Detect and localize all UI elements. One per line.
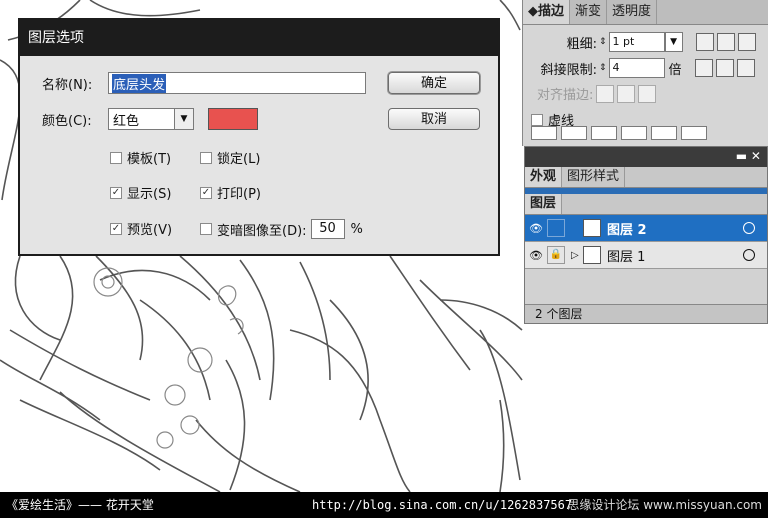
name-label: 名称(N): (42, 77, 93, 93)
template-checkbox[interactable] (110, 151, 122, 164)
panel-close-icon[interactable]: ▬ ✕ (736, 149, 761, 163)
lock-label: 锁定(L) (217, 152, 261, 167)
tab-transparency[interactable]: 透明度 (607, 0, 658, 24)
show-label: 显示(S) (127, 187, 172, 202)
tab-graphic-styles[interactable]: 图形样式 (562, 167, 626, 187)
preview-label: 预览(V) (127, 223, 173, 238)
dash-gap-fields (531, 126, 707, 140)
color-label: 颜色(C): (42, 113, 92, 129)
layer-row[interactable]: 👁 🔒 ▷ 图层 1 (525, 242, 767, 269)
lock-checkbox[interactable] (200, 151, 212, 164)
weight-input[interactable]: 1 pt (608, 32, 665, 52)
dim-percent-input[interactable]: 50 (310, 219, 345, 239)
weight-row: 粗细: ⇕ 1 pt ▼ (539, 32, 756, 52)
layers-footer: 2 个图层 (525, 304, 767, 323)
stepper-icon[interactable]: ⇕ (599, 37, 607, 47)
layer-name[interactable]: 图层 1 (607, 246, 645, 265)
stroke-panel-tabs: ◆描边 渐变 透明度 (523, 0, 768, 25)
gap-field[interactable] (561, 126, 587, 140)
credit-bar: 《爱绘生活》—— 花开天堂 http://blog.sina.com.cn/u/… (0, 492, 768, 518)
lock-option[interactable]: 锁定(L) (200, 148, 260, 167)
watermark: 思缘设计论坛 www.missyuan.com (567, 498, 762, 512)
show-checkbox[interactable]: ✓ (110, 186, 122, 199)
layer-row[interactable]: 👁 图层 2 (525, 215, 767, 242)
layers-panel: ▬ ✕ 外观 图形样式 图层 👁 图层 2 👁 🔒 ▷ 图层 1 2 个图层 (524, 146, 768, 324)
weight-dropdown-icon[interactable]: ▼ (664, 32, 683, 52)
color-select-value: 红色 (113, 113, 140, 129)
name-row: 名称(N): 底层头发 (42, 72, 366, 94)
align-stroke-label: 对齐描边: (537, 88, 594, 103)
template-label: 模板(T) (127, 152, 172, 167)
target-circle-icon[interactable] (743, 249, 755, 261)
projecting-cap-icon[interactable] (737, 33, 756, 51)
panel-header: ▬ ✕ (525, 147, 767, 167)
bevel-join-icon[interactable] (736, 59, 755, 77)
tab-stroke[interactable]: ◆描边 (523, 0, 571, 24)
miter-join-icon[interactable] (694, 59, 713, 77)
name-input-value: 底层头发 (112, 73, 167, 93)
chevron-down-icon: ▼ (174, 109, 193, 129)
color-row: 颜色(C): 红色 ▼ (42, 108, 258, 130)
dash-field[interactable] (591, 126, 617, 140)
align-inside-icon[interactable] (617, 84, 636, 103)
eye-icon[interactable]: 👁 (525, 249, 547, 262)
preview-option[interactable]: ✓ 预览(V) (110, 219, 172, 238)
round-join-icon[interactable] (715, 59, 734, 77)
expand-triangle-icon[interactable]: ▷ (571, 250, 583, 261)
layer-thumbnail (583, 246, 601, 264)
gap-field[interactable] (621, 126, 647, 140)
miter-label: 斜接限制: (540, 62, 597, 78)
miter-row: 斜接限制: ⇕ 4 倍 (533, 58, 755, 78)
eye-icon[interactable]: 👁 (525, 222, 547, 235)
preview-checkbox[interactable]: ✓ (110, 222, 122, 235)
dim-option: 变暗图像至(D): 50 % (200, 219, 363, 239)
color-select[interactable]: 红色 ▼ (108, 108, 194, 130)
dash-field[interactable] (531, 126, 557, 140)
dialog-title: 图层选项 (20, 20, 498, 56)
align-center-icon[interactable] (596, 84, 615, 103)
layer-thumbnail (583, 219, 601, 237)
dashed-checkbox[interactable] (531, 113, 543, 126)
stroke-panel: ◆描边 渐变 透明度 粗细: ⇕ 1 pt ▼ 斜接限制: ⇕ 4 倍 对齐描边… (522, 0, 768, 146)
appearance-tabs: 外观 图形样式 (525, 167, 767, 188)
tab-appearance[interactable]: 外观 (525, 167, 563, 187)
miter-input[interactable]: 4 (608, 58, 665, 78)
layers-tabs: 图层 (525, 194, 767, 215)
print-label: 打印(P) (217, 187, 261, 202)
gap-field[interactable] (681, 126, 707, 140)
cancel-button[interactable]: 取消 (388, 108, 480, 130)
round-cap-icon[interactable] (716, 33, 735, 51)
stepper-icon[interactable]: ⇕ (599, 63, 607, 73)
show-option[interactable]: ✓ 显示(S) (110, 183, 171, 202)
weight-label: 粗细: (566, 36, 597, 52)
name-input[interactable]: 底层头发 (108, 72, 366, 94)
template-option[interactable]: 模板(T) (110, 148, 171, 167)
dash-field[interactable] (651, 126, 677, 140)
credit-url[interactable]: http://blog.sina.com.cn/u/1262837567 (312, 492, 572, 518)
tab-layers[interactable]: 图层 (525, 194, 563, 214)
layer-name[interactable]: 图层 2 (607, 219, 647, 238)
ok-button[interactable]: 确定 (388, 72, 480, 94)
dim-label: 变暗图像至(D): (217, 223, 307, 239)
dim-unit: % (350, 221, 363, 237)
credit-title: 《爱绘生活》—— 花开天堂 (6, 498, 154, 512)
miter-unit: 倍 (668, 62, 682, 78)
butt-cap-icon[interactable] (695, 33, 714, 51)
lock-toggle[interactable] (547, 219, 565, 237)
layer-count: 2 个图层 (535, 307, 583, 321)
layer-options-dialog: 图层选项 名称(N): 底层头发 确定 取消 颜色(C): 红色 ▼ 模板(T)… (18, 18, 500, 256)
lock-icon[interactable]: 🔒 (547, 246, 565, 264)
dim-checkbox[interactable] (200, 223, 212, 235)
target-circle-icon[interactable] (743, 222, 755, 234)
print-checkbox[interactable]: ✓ (200, 186, 212, 199)
align-stroke-row: 对齐描边: (537, 84, 657, 103)
tab-gradient[interactable]: 渐变 (570, 0, 608, 24)
align-outside-icon[interactable] (638, 84, 657, 103)
print-option[interactable]: ✓ 打印(P) (200, 183, 261, 202)
color-swatch[interactable] (208, 108, 258, 130)
